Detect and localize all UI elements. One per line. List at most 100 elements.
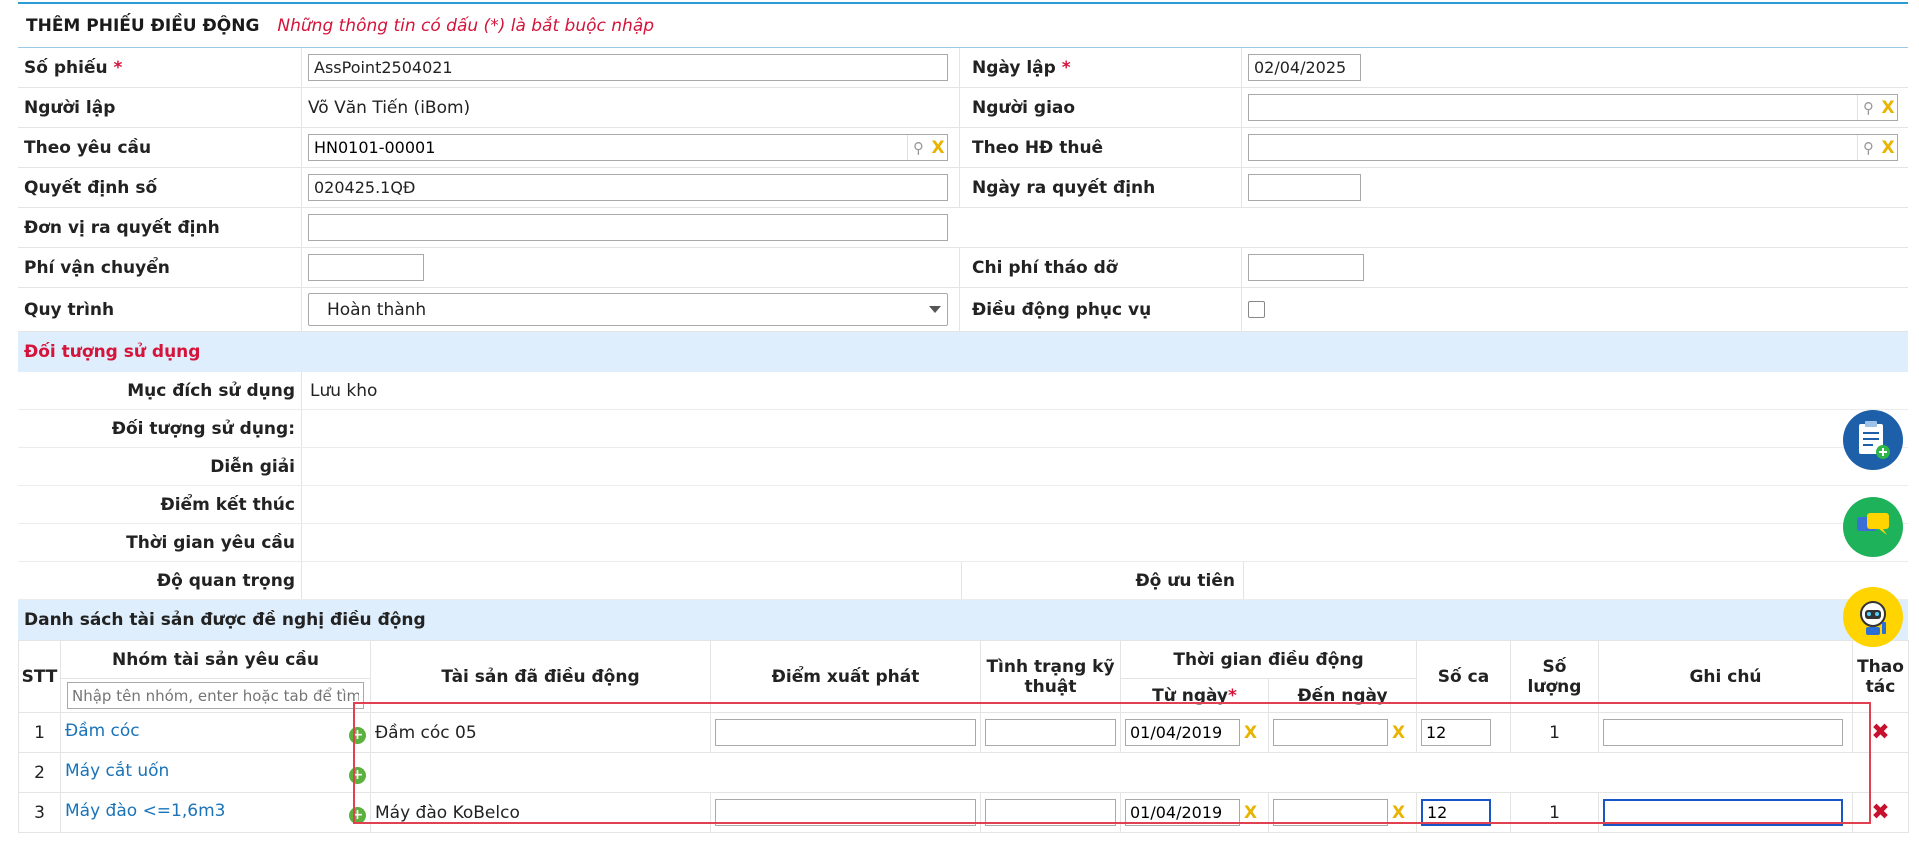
- clipboard-add-icon[interactable]: [1843, 410, 1903, 470]
- theo-hd-thue-label: Theo HĐ thuê: [960, 128, 1242, 167]
- so-ca-input[interactable]: [1421, 799, 1491, 826]
- dieu-dong-phuc-vu-checkbox[interactable]: [1248, 301, 1265, 318]
- quy-trinh-selected: Hoàn thành: [327, 299, 427, 320]
- assets-table: STT Nhóm tài sản yêu cầu Tài sản đã điều…: [18, 640, 1909, 833]
- row-stt: 2: [18, 752, 61, 793]
- form-row-nguoi-lap: Người lập Võ Văn Tiến (iBom) Người giao …: [18, 88, 1908, 128]
- quy-trinh-select[interactable]: Hoàn thành: [308, 293, 948, 326]
- group-link[interactable]: Máy cắt uốn: [65, 761, 169, 781]
- den-ngay-input[interactable]: [1273, 719, 1388, 746]
- title-bar: THÊM PHIẾU ĐIỀU ĐỘNG Những thông tin có …: [18, 2, 1908, 48]
- clear-icon[interactable]: X: [1392, 803, 1405, 823]
- chi-phi-thao-do-label: Chi phí tháo dỡ: [960, 248, 1242, 287]
- row-stt: 1: [18, 712, 61, 753]
- do-quan-trong-label: Độ quan trọng: [18, 562, 302, 599]
- theo-hd-thue-input[interactable]: [1249, 135, 1857, 160]
- dien-giai-label: Diễn giải: [18, 448, 302, 485]
- delete-icon[interactable]: ✖: [1857, 800, 1904, 825]
- form-row-quy-trinh: Quy trình Hoàn thành Điều động phục vụ: [18, 288, 1908, 332]
- group-link[interactable]: Đầm cóc: [65, 721, 140, 741]
- den-ngay-input[interactable]: [1273, 799, 1388, 826]
- quyet-dinh-so-input[interactable]: [308, 174, 948, 201]
- clear-icon[interactable]: X: [1244, 803, 1257, 823]
- ngay-ra-qd-label: Ngày ra quyết định: [960, 168, 1242, 207]
- thoi-gian-yc-label: Thời gian yêu cầu: [18, 524, 302, 561]
- chi-phi-thao-do-input[interactable]: [1248, 254, 1364, 281]
- tinh-trang-input[interactable]: [985, 719, 1116, 746]
- tinh-trang-input[interactable]: [985, 799, 1116, 826]
- group-filter-input[interactable]: [67, 682, 364, 709]
- nguoi-giao-label: Người giao: [960, 88, 1242, 127]
- clear-icon[interactable]: X: [1879, 95, 1897, 120]
- th-ghi-chu: Ghi chú: [1598, 640, 1853, 713]
- so-ca-input[interactable]: [1421, 719, 1491, 746]
- ngay-lap-input[interactable]: [1248, 54, 1361, 81]
- usage-section-header: Đối tượng sử dụng: [18, 332, 1908, 372]
- doi-tuong-label: Đối tượng sử dụng:: [18, 410, 302, 447]
- assets-section-header: Danh sách tài sản được đề nghị điều động: [18, 600, 1908, 640]
- so-luong-value: 1: [1510, 712, 1599, 753]
- delete-icon[interactable]: ✖: [1857, 720, 1904, 745]
- so-phieu-input[interactable]: [308, 54, 948, 81]
- clear-icon[interactable]: X: [929, 135, 947, 160]
- quyet-dinh-so-label: Quyết định số: [18, 168, 302, 207]
- ghi-chu-input[interactable]: [1603, 799, 1843, 826]
- info-row-doi-tuong: Đối tượng sử dụng:: [18, 410, 1908, 448]
- page-title: THÊM PHIẾU ĐIỀU ĐỘNG: [26, 15, 260, 36]
- row-stt: 3: [18, 792, 61, 833]
- quy-trinh-label: Quy trình: [18, 288, 302, 331]
- diem-xuat-phat-input[interactable]: [715, 799, 976, 826]
- form-row-so-phieu: Số phiếu * Ngày lập *: [18, 48, 1908, 88]
- clear-icon[interactable]: X: [1244, 723, 1257, 743]
- don-vi-qd-label: Đơn vị ra quyết định: [18, 208, 302, 247]
- ngay-lap-label: Ngày lập *: [960, 48, 1242, 87]
- nguoi-giao-input[interactable]: [1249, 95, 1857, 120]
- tu-ngay-input[interactable]: [1125, 799, 1240, 826]
- table-row: 2 Máy cắt uốn +: [18, 752, 1909, 793]
- ngay-ra-qd-input[interactable]: [1248, 174, 1361, 201]
- theo-yeu-cau-lookup[interactable]: ⚲ X: [308, 134, 948, 161]
- theo-yeu-cau-label: Theo yêu cầu: [18, 128, 302, 167]
- diem-xuat-phat-input[interactable]: [715, 719, 976, 746]
- th-so-luong: Số lượng: [1510, 640, 1599, 713]
- add-icon[interactable]: +: [349, 727, 366, 744]
- search-icon[interactable]: ⚲: [907, 135, 929, 160]
- search-icon[interactable]: ⚲: [1857, 135, 1879, 160]
- info-row-muc-dich: Mục đích sử dụng Lưu kho: [18, 372, 1908, 410]
- phi-van-chuyen-input[interactable]: [308, 254, 424, 281]
- group-link[interactable]: Máy đào <=1,6m3: [65, 801, 225, 821]
- clear-icon[interactable]: X: [1392, 723, 1405, 743]
- th-den-ngay: Đến ngày: [1268, 678, 1417, 713]
- theo-yeu-cau-input[interactable]: [309, 135, 907, 160]
- theo-hd-thue-lookup[interactable]: ⚲ X: [1248, 134, 1898, 161]
- table-row: 3 Máy đào <=1,6m3 + Máy đào KoBelco X X 1…: [18, 792, 1909, 833]
- clear-icon[interactable]: X: [1879, 135, 1897, 160]
- search-icon[interactable]: ⚲: [1857, 95, 1879, 120]
- form-row-quyet-dinh: Quyết định số Ngày ra quyết định: [18, 168, 1908, 208]
- nguoi-lap-value: Võ Văn Tiến (iBom): [302, 88, 960, 127]
- asset-name: Đầm cóc 05: [370, 712, 711, 753]
- dieu-dong-phuc-vu-label: Điều động phục vụ: [960, 288, 1242, 331]
- nguoi-giao-lookup[interactable]: ⚲ X: [1248, 94, 1898, 121]
- add-icon[interactable]: +: [349, 807, 366, 824]
- tu-ngay-input[interactable]: [1125, 719, 1240, 746]
- diem-ket-thuc-label: Điểm kết thúc: [18, 486, 302, 523]
- info-row-thoi-gian: Thời gian yêu cầu: [18, 524, 1908, 562]
- ghi-chu-input[interactable]: [1603, 719, 1843, 746]
- so-phieu-label: Số phiếu *: [18, 48, 302, 87]
- add-icon[interactable]: +: [349, 767, 366, 784]
- chevron-down-icon: [929, 306, 941, 313]
- nguoi-lap-label: Người lập: [18, 88, 302, 127]
- chat-icon[interactable]: [1843, 497, 1903, 557]
- muc-dich-value: Lưu kho: [310, 380, 378, 401]
- th-tinh-trang: Tình trạng kỹ thuật: [980, 640, 1121, 713]
- th-diem-xuat-phat: Điểm xuất phát: [710, 640, 981, 713]
- th-tai-san: Tài sản đã điều động: [370, 640, 711, 713]
- table-row: 1 Đầm cóc + Đầm cóc 05 X X 1 ✖: [18, 712, 1909, 753]
- robot-support-icon[interactable]: [1843, 587, 1903, 647]
- don-vi-qd-input[interactable]: [308, 214, 948, 241]
- th-stt: STT: [18, 640, 61, 713]
- th-so-ca: Số ca: [1416, 640, 1511, 713]
- do-uu-tien-label: Độ ưu tiên: [962, 562, 1244, 599]
- th-nhom: Nhóm tài sản yêu cầu: [60, 640, 371, 679]
